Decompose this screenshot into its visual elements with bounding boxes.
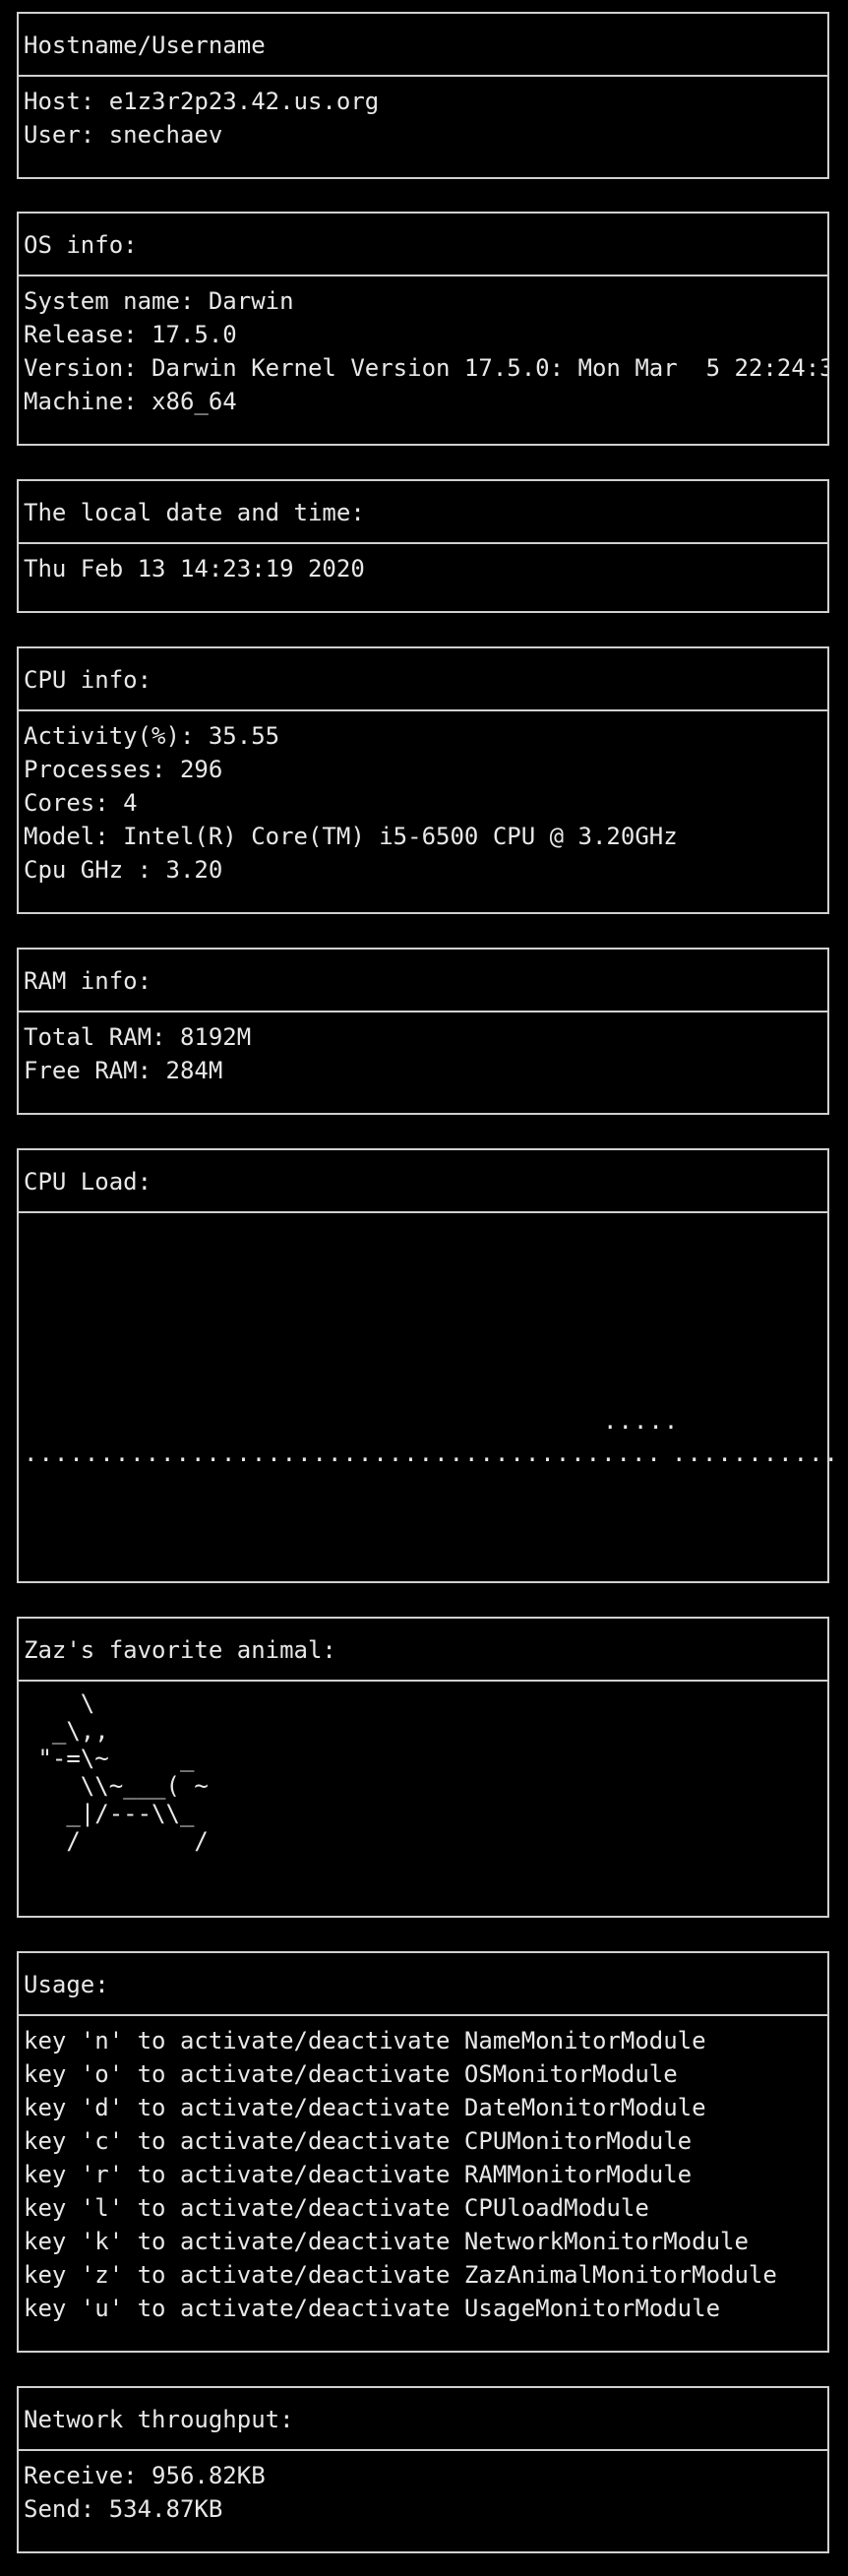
- usage-item: key 'l' to activate/deactivate CPUloadMo…: [24, 2194, 649, 2222]
- cpu-info-panel: CPU info: Activity(%): 35.55 Processes: …: [17, 646, 829, 914]
- cpu-load-graph-upper: .....: [603, 1407, 680, 1435]
- animal-panel: Zaz's favorite animal: \ _\,, "-=\~ _ \\…: [17, 1617, 829, 1918]
- machine-value: Machine: x86_64: [24, 388, 237, 415]
- panel-title: Usage:: [19, 1953, 827, 2016]
- os-info-panel: OS info: System name: Darwin Release: 17…: [17, 212, 829, 446]
- usage-item: key 'u' to activate/deactivate UsageMoni…: [24, 2295, 721, 2322]
- system-name-value: System name: Darwin: [24, 287, 294, 315]
- animal-ascii-art: \ _\,, "-=\~ _ \\~___( ~ _|/---\\_ / /: [37, 1689, 209, 1855]
- total-ram-value: Total RAM: 8192M: [24, 1023, 252, 1051]
- panel-title: CPU Load:: [19, 1150, 827, 1213]
- receive-value: Receive: 956.82KB: [24, 2462, 266, 2489]
- network-panel: Network throughput: Receive: 956.82KB Se…: [17, 2386, 829, 2553]
- usage-item: key 'r' to activate/deactivate RAMMonito…: [24, 2161, 693, 2188]
- panel-title: CPU info:: [19, 648, 827, 711]
- panel-title: Network throughput:: [19, 2388, 827, 2451]
- ram-info-panel: RAM info: Total RAM: 8192M Free RAM: 284…: [17, 948, 829, 1115]
- processes-value: Processes: 296: [24, 756, 223, 783]
- usage-item: key 'd' to activate/deactivate DateMonit…: [24, 2094, 706, 2121]
- usage-item: key 'k' to activate/deactivate NetworkMo…: [24, 2228, 749, 2255]
- panel-title: OS info:: [19, 214, 827, 276]
- panel-title: Zaz's favorite animal:: [19, 1619, 827, 1682]
- panel-title: Hostname/Username: [19, 14, 827, 77]
- cpu-ghz-value: Cpu GHz : 3.20: [24, 856, 223, 884]
- usage-item: key 'z' to activate/deactivate ZazAnimal…: [24, 2261, 777, 2289]
- cpu-load-panel: CPU Load: ..... ........................…: [17, 1148, 838, 1583]
- cores-value: Cores: 4: [24, 789, 138, 817]
- host-value: Host: e1z3r2p23.42.us.org: [24, 88, 380, 115]
- send-value: Send: 534.87KB: [24, 2495, 223, 2523]
- user-value: User: snechaev: [24, 121, 223, 149]
- usage-item: key 'o' to activate/deactivate OSMonitor…: [24, 2060, 678, 2088]
- usage-item: key 'n' to activate/deactivate NameMonit…: [24, 2027, 706, 2055]
- panel-title: RAM info:: [19, 950, 827, 1012]
- cpu-load-graph-lower-right: ...........: [672, 1440, 839, 1467]
- model-value: Model: Intel(R) Core(TM) i5-6500 CPU @ 3…: [24, 823, 678, 850]
- release-value: Release: 17.5.0: [24, 321, 237, 348]
- date-panel: The local date and time: Thu Feb 13 14:2…: [17, 479, 829, 613]
- usage-item: key 'c' to activate/deactivate CPUMonito…: [24, 2127, 693, 2155]
- free-ram-value: Free RAM: 284M: [24, 1057, 223, 1084]
- activity-value: Activity(%): 35.55: [24, 722, 280, 750]
- version-value: Version: Darwin Kernel Version 17.5.0: M…: [24, 354, 827, 382]
- panel-title: The local date and time:: [19, 481, 827, 544]
- datetime-value: Thu Feb 13 14:23:19 2020: [24, 555, 365, 583]
- usage-panel: Usage: key 'n' to activate/deactivate Na…: [17, 1951, 829, 2353]
- cpu-load-graph-lower-left: ........................................…: [24, 1440, 662, 1467]
- hostname-panel: Hostname/Username Host: e1z3r2p23.42.us.…: [17, 12, 829, 179]
